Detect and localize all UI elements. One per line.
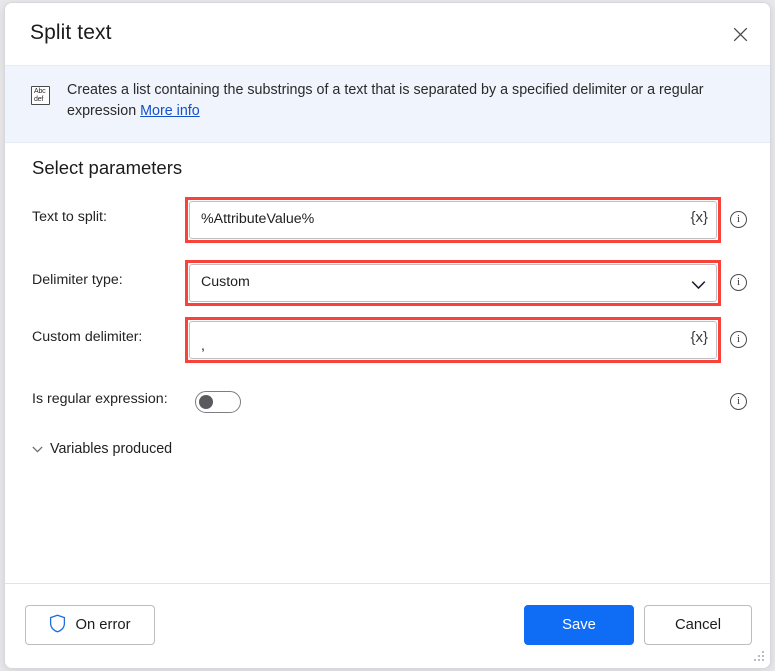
description-banner: Abc def Creates a list containing the su…	[5, 65, 770, 143]
text-to-split-value: %AttributeValue%	[201, 211, 314, 227]
field-label-delimiter-type: Delimiter type:	[32, 272, 123, 288]
field-row-custom-delimiter: Custom delimiter: , {x} i	[5, 317, 770, 363]
field-label-text-to-split: Text to split:	[32, 209, 107, 225]
resize-grip-icon[interactable]	[752, 651, 766, 665]
delimiter-type-value: Custom	[201, 274, 250, 290]
abcdef-text-icon: Abc def	[31, 86, 50, 105]
cancel-label: Cancel	[675, 617, 721, 633]
chevron-down-icon[interactable]	[691, 277, 706, 295]
text-to-split-input[interactable]: %AttributeValue% {x}	[189, 201, 717, 239]
section-title: Select parameters	[32, 157, 182, 179]
field-label-is-regular-expression: Is regular expression:	[32, 391, 168, 407]
field-row-delimiter-type: Delimiter type: Custom i	[5, 260, 770, 306]
is-regular-expression-toggle[interactable]	[195, 391, 241, 413]
banner-description: Creates a list containing the substrings…	[67, 80, 740, 122]
delimiter-type-select[interactable]: Custom	[189, 264, 717, 302]
variables-produced-label: Variables produced	[50, 441, 172, 457]
info-icon-delimiter-type[interactable]: i	[730, 274, 747, 291]
dialog-body: Select parameters Text to split: %Attrib…	[5, 143, 770, 583]
field-row-is-regular-expression: Is regular expression: i	[5, 379, 770, 425]
save-label: Save	[562, 617, 596, 633]
close-button[interactable]	[720, 15, 760, 53]
page-title: Split text	[30, 21, 112, 45]
variable-picker-button-text-to-split[interactable]: {x}	[688, 209, 710, 226]
close-icon	[733, 27, 748, 42]
cancel-button[interactable]: Cancel	[644, 605, 752, 645]
info-icon-custom-delimiter[interactable]: i	[730, 331, 747, 348]
variables-produced-header[interactable]: Variables produced	[32, 441, 172, 457]
variable-picker-button-custom-delimiter[interactable]: {x}	[688, 329, 710, 346]
custom-delimiter-input[interactable]: , {x}	[189, 321, 717, 359]
dialog-footer: On error Save Cancel	[5, 583, 770, 668]
field-row-text-to-split: Text to split: %AttributeValue% {x} i	[5, 197, 770, 243]
more-info-link[interactable]: More info	[140, 103, 200, 119]
on-error-label: On error	[75, 617, 130, 633]
info-icon-is-regular-expression[interactable]: i	[730, 393, 747, 410]
chevron-down-icon	[32, 441, 43, 457]
info-icon-text-to-split[interactable]: i	[730, 211, 747, 228]
toggle-knob	[199, 395, 213, 409]
split-text-dialog: Split text Abc def Creates a list contai…	[4, 2, 771, 669]
custom-delimiter-value: ,	[201, 338, 205, 354]
dialog-titlebar: Split text	[5, 3, 770, 65]
on-error-button[interactable]: On error	[25, 605, 155, 645]
shield-icon	[49, 614, 66, 637]
save-button[interactable]: Save	[524, 605, 634, 645]
field-label-custom-delimiter: Custom delimiter:	[32, 329, 142, 345]
